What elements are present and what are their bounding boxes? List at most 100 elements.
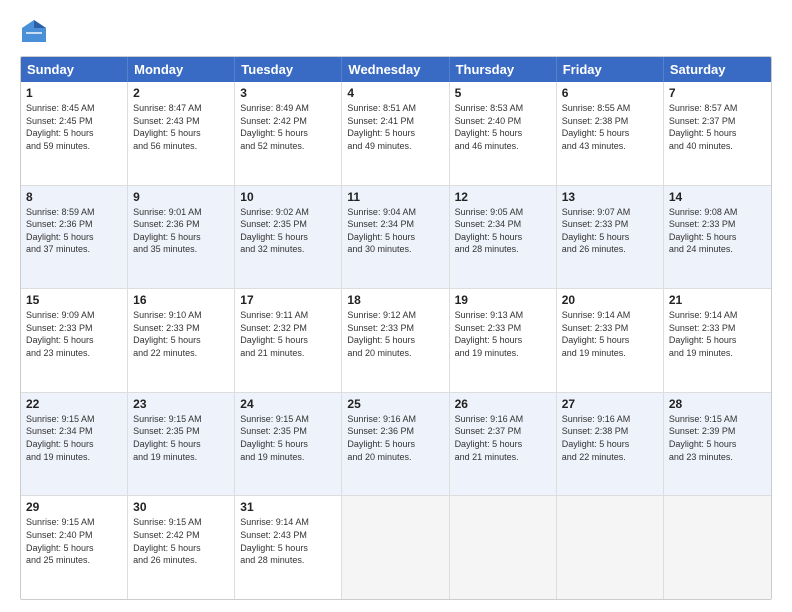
calendar-row: 29 Sunrise: 9:15 AM Sunset: 2:40 PM Dayli… — [21, 495, 771, 599]
day-info: Sunrise: 8:49 AM Sunset: 2:42 PM Dayligh… — [240, 102, 336, 152]
weekday-header: Friday — [557, 57, 664, 82]
weekday-header: Tuesday — [235, 57, 342, 82]
calendar: SundayMondayTuesdayWednesdayThursdayFrid… — [20, 56, 772, 600]
day-number: 4 — [347, 86, 443, 100]
weekday-header: Monday — [128, 57, 235, 82]
day-info: Sunrise: 9:13 AM Sunset: 2:33 PM Dayligh… — [455, 309, 551, 359]
day-info: Sunrise: 9:04 AM Sunset: 2:34 PM Dayligh… — [347, 206, 443, 256]
page: SundayMondayTuesdayWednesdayThursdayFrid… — [0, 0, 792, 612]
day-info: Sunrise: 9:15 AM Sunset: 2:42 PM Dayligh… — [133, 516, 229, 566]
calendar-row: 22Sunrise: 9:15 AM Sunset: 2:34 PM Dayli… — [21, 392, 771, 496]
day-info: Sunrise: 9:01 AM Sunset: 2:36 PM Dayligh… — [133, 206, 229, 256]
day-number: 10 — [240, 190, 336, 204]
day-info: Sunrise: 8:51 AM Sunset: 2:41 PM Dayligh… — [347, 102, 443, 152]
calendar-cell: 7 Sunrise: 8:57 AM Sunset: 2:37 PM Daylig… — [664, 82, 771, 185]
calendar-row: 1 Sunrise: 8:45 AM Sunset: 2:45 PM Daylig… — [21, 82, 771, 185]
day-number: 12 — [455, 190, 551, 204]
calendar-cell: 21 Sunrise: 9:14 AM Sunset: 2:33 PM Dayli… — [664, 289, 771, 392]
day-number: 7 — [669, 86, 766, 100]
day-info: Sunrise: 8:57 AM Sunset: 2:37 PM Dayligh… — [669, 102, 766, 152]
day-number: 2 — [133, 86, 229, 100]
day-number: 30 — [133, 500, 229, 514]
calendar-cell: 8Sunrise: 8:59 AM Sunset: 2:36 PM Daylig… — [21, 186, 128, 289]
day-number: 27 — [562, 397, 658, 411]
calendar-cell: 16Sunrise: 9:10 AM Sunset: 2:33 PM Dayli… — [128, 289, 235, 392]
calendar-cell: 20 Sunrise: 9:14 AM Sunset: 2:33 PM Dayli… — [557, 289, 664, 392]
weekday-header: Sunday — [21, 57, 128, 82]
day-info: Sunrise: 9:14 AM Sunset: 2:33 PM Dayligh… — [669, 309, 766, 359]
day-number: 8 — [26, 190, 122, 204]
day-info: Sunrise: 8:45 AM Sunset: 2:45 PM Dayligh… — [26, 102, 122, 152]
day-number: 14 — [669, 190, 766, 204]
calendar-cell: 29 Sunrise: 9:15 AM Sunset: 2:40 PM Dayli… — [21, 496, 128, 599]
day-info: Sunrise: 9:14 AM Sunset: 2:33 PM Dayligh… — [562, 309, 658, 359]
logo — [20, 18, 52, 46]
day-number: 17 — [240, 293, 336, 307]
day-number: 22 — [26, 397, 122, 411]
day-number: 11 — [347, 190, 443, 204]
calendar-body: 1 Sunrise: 8:45 AM Sunset: 2:45 PM Daylig… — [21, 82, 771, 599]
day-info: Sunrise: 9:05 AM Sunset: 2:34 PM Dayligh… — [455, 206, 551, 256]
calendar-cell: 24 Sunrise: 9:15 AM Sunset: 2:35 PM Dayli… — [235, 393, 342, 496]
calendar-cell: 30 Sunrise: 9:15 AM Sunset: 2:42 PM Dayli… — [128, 496, 235, 599]
calendar-cell: 28 Sunrise: 9:15 AM Sunset: 2:39 PM Dayli… — [664, 393, 771, 496]
calendar-cell: 13Sunrise: 9:07 AM Sunset: 2:33 PM Dayli… — [557, 186, 664, 289]
day-number: 28 — [669, 397, 766, 411]
calendar-cell: 9 Sunrise: 9:01 AM Sunset: 2:36 PM Daylig… — [128, 186, 235, 289]
calendar-cell: 25Sunrise: 9:16 AM Sunset: 2:36 PM Dayli… — [342, 393, 449, 496]
calendar-cell: 4 Sunrise: 8:51 AM Sunset: 2:41 PM Daylig… — [342, 82, 449, 185]
day-info: Sunrise: 9:15 AM Sunset: 2:35 PM Dayligh… — [133, 413, 229, 463]
calendar-cell — [342, 496, 449, 599]
day-info: Sunrise: 9:07 AM Sunset: 2:33 PM Dayligh… — [562, 206, 658, 256]
calendar-cell — [557, 496, 664, 599]
calendar-cell: 3 Sunrise: 8:49 AM Sunset: 2:42 PM Daylig… — [235, 82, 342, 185]
day-number: 21 — [669, 293, 766, 307]
calendar-row: 15 Sunrise: 9:09 AM Sunset: 2:33 PM Dayli… — [21, 288, 771, 392]
calendar-cell: 12 Sunrise: 9:05 AM Sunset: 2:34 PM Dayli… — [450, 186, 557, 289]
day-number: 26 — [455, 397, 551, 411]
day-info: Sunrise: 9:02 AM Sunset: 2:35 PM Dayligh… — [240, 206, 336, 256]
day-info: Sunrise: 9:14 AM Sunset: 2:43 PM Dayligh… — [240, 516, 336, 566]
day-number: 3 — [240, 86, 336, 100]
calendar-header: SundayMondayTuesdayWednesdayThursdayFrid… — [21, 57, 771, 82]
day-info: Sunrise: 9:16 AM Sunset: 2:38 PM Dayligh… — [562, 413, 658, 463]
weekday-header: Thursday — [450, 57, 557, 82]
day-number: 31 — [240, 500, 336, 514]
day-number: 5 — [455, 86, 551, 100]
day-info: Sunrise: 9:15 AM Sunset: 2:40 PM Dayligh… — [26, 516, 122, 566]
calendar-cell: 10 Sunrise: 9:02 AM Sunset: 2:35 PM Dayli… — [235, 186, 342, 289]
day-info: Sunrise: 9:16 AM Sunset: 2:36 PM Dayligh… — [347, 413, 443, 463]
calendar-cell: 15 Sunrise: 9:09 AM Sunset: 2:33 PM Dayli… — [21, 289, 128, 392]
calendar-cell: 26Sunrise: 9:16 AM Sunset: 2:37 PM Dayli… — [450, 393, 557, 496]
day-number: 29 — [26, 500, 122, 514]
day-number: 1 — [26, 86, 122, 100]
day-info: Sunrise: 8:55 AM Sunset: 2:38 PM Dayligh… — [562, 102, 658, 152]
logo-icon — [20, 18, 48, 46]
day-number: 9 — [133, 190, 229, 204]
calendar-cell: 14 Sunrise: 9:08 AM Sunset: 2:33 PM Dayli… — [664, 186, 771, 289]
day-info: Sunrise: 9:08 AM Sunset: 2:33 PM Dayligh… — [669, 206, 766, 256]
calendar-cell: 27 Sunrise: 9:16 AM Sunset: 2:38 PM Dayli… — [557, 393, 664, 496]
day-number: 23 — [133, 397, 229, 411]
day-info: Sunrise: 9:09 AM Sunset: 2:33 PM Dayligh… — [26, 309, 122, 359]
day-number: 19 — [455, 293, 551, 307]
day-info: Sunrise: 9:15 AM Sunset: 2:35 PM Dayligh… — [240, 413, 336, 463]
day-number: 6 — [562, 86, 658, 100]
calendar-cell: 11 Sunrise: 9:04 AM Sunset: 2:34 PM Dayli… — [342, 186, 449, 289]
day-number: 20 — [562, 293, 658, 307]
day-number: 24 — [240, 397, 336, 411]
day-info: Sunrise: 9:11 AM Sunset: 2:32 PM Dayligh… — [240, 309, 336, 359]
day-info: Sunrise: 8:53 AM Sunset: 2:40 PM Dayligh… — [455, 102, 551, 152]
calendar-cell: 2Sunrise: 8:47 AM Sunset: 2:43 PM Daylig… — [128, 82, 235, 185]
calendar-cell: 22Sunrise: 9:15 AM Sunset: 2:34 PM Dayli… — [21, 393, 128, 496]
calendar-cell: 1 Sunrise: 8:45 AM Sunset: 2:45 PM Daylig… — [21, 82, 128, 185]
calendar-cell: 31 Sunrise: 9:14 AM Sunset: 2:43 PM Dayli… — [235, 496, 342, 599]
day-info: Sunrise: 9:15 AM Sunset: 2:39 PM Dayligh… — [669, 413, 766, 463]
day-number: 15 — [26, 293, 122, 307]
day-number: 18 — [347, 293, 443, 307]
weekday-header: Wednesday — [342, 57, 449, 82]
weekday-header: Saturday — [664, 57, 771, 82]
header — [20, 18, 772, 46]
calendar-cell: 18Sunrise: 9:12 AM Sunset: 2:33 PM Dayli… — [342, 289, 449, 392]
calendar-cell: 17 Sunrise: 9:11 AM Sunset: 2:32 PM Dayli… — [235, 289, 342, 392]
